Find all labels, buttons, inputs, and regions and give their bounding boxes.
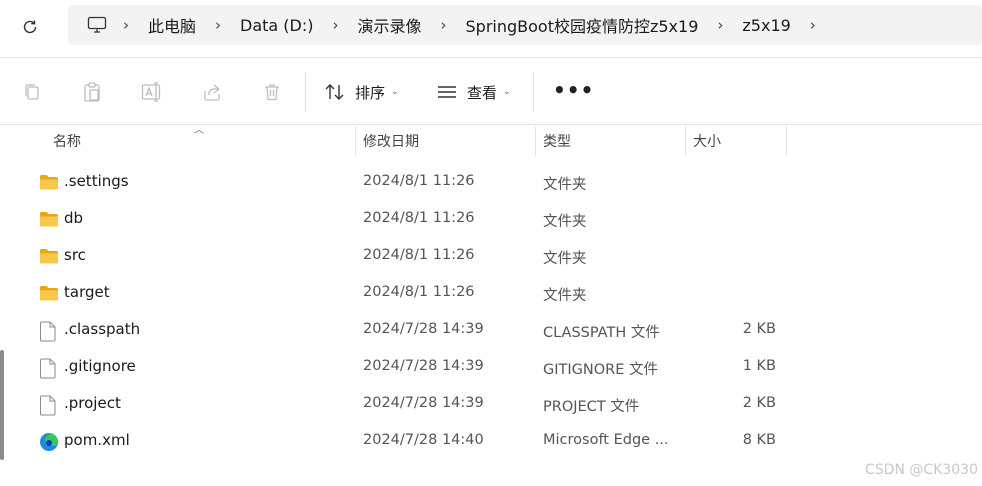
file-size: 2 KB — [742, 321, 776, 337]
file-modified: 2024/7/28 14:39 — [363, 358, 484, 374]
file-name: src — [64, 246, 86, 264]
file-modified: 2024/8/1 11:26 — [363, 247, 475, 263]
copy-button[interactable] — [20, 80, 44, 104]
share-icon — [204, 84, 221, 101]
file-modified: 2024/8/1 11:26 — [363, 284, 475, 300]
file-type: Microsoft Edge ... — [543, 432, 669, 448]
file-type: 文件夹 — [543, 288, 587, 304]
sort-label: 排序 — [355, 83, 386, 102]
column-header-name[interactable]: 名称 — [46, 126, 356, 156]
chevron-right-icon[interactable]: › — [708, 16, 732, 34]
file-size: 8 KB — [742, 432, 776, 448]
file-name: .project — [64, 394, 121, 412]
file-name: pom.xml — [64, 431, 130, 449]
file-type: 文件夹 — [543, 214, 587, 230]
more-options-button[interactable]: ••• — [553, 78, 594, 102]
column-header-size[interactable]: 大小 — [686, 126, 786, 156]
file-type: GITIGNORE 文件 — [543, 362, 658, 378]
monitor-icon — [87, 16, 107, 33]
file-row[interactable]: .gitignore 2024/7/28 14:39 GITIGNORE 文件 1 K… — [30, 348, 970, 385]
file-row[interactable]: target 2024/8/1 11:26 文件夹 — [30, 274, 970, 311]
file-row[interactable]: .project 2024/7/28 14:39 PROJECT 文件 2 KB — [30, 385, 970, 422]
folder-icon — [39, 173, 59, 193]
file-type: 文件夹 — [543, 251, 587, 267]
file-type: 文件夹 — [543, 177, 587, 193]
file-size: 2 KB — [742, 395, 776, 411]
chevron-right-icon[interactable]: › — [432, 16, 456, 34]
breadcrumb-item[interactable]: 此电脑 — [138, 13, 206, 37]
file-name: .gitignore — [64, 357, 136, 375]
file-name: .classpath — [64, 320, 141, 338]
rename-button[interactable] — [140, 80, 164, 104]
breadcrumb-item[interactable]: Data (D:) — [230, 16, 323, 35]
view-button[interactable]: 查看 ⌄ — [436, 76, 511, 108]
file-row[interactable]: .settings 2024/8/1 11:26 文件夹 — [30, 163, 970, 200]
file-icon — [39, 395, 59, 416]
trash-icon — [265, 84, 279, 101]
folder-icon — [39, 247, 59, 267]
command-bar: 排序 ⌄ 查看 ⌄ ••• — [0, 57, 982, 125]
this-pc-crumb[interactable] — [80, 16, 114, 34]
chevron-right-icon[interactable]: › — [324, 16, 348, 34]
toolbar-separator — [533, 72, 534, 112]
chevron-down-icon: ⌄ — [503, 87, 511, 97]
file-modified: 2024/7/28 14:39 — [363, 395, 484, 411]
address-row: › 此电脑 › Data (D:) › 演示录像 › SpringBoot校园疫… — [0, 0, 982, 56]
sort-button[interactable]: 排序 ⌄ — [324, 76, 399, 108]
file-type: PROJECT 文件 — [543, 399, 640, 415]
rename-icon — [141, 82, 161, 102]
breadcrumb-item[interactable]: z5x19 — [732, 16, 800, 35]
file-modified: 2024/7/28 14:39 — [363, 321, 484, 337]
file-size: 1 KB — [742, 358, 776, 374]
column-header-modified[interactable]: 修改日期 — [356, 126, 535, 156]
scrollbar[interactable] — [0, 350, 4, 460]
edge-icon — [39, 432, 59, 452]
paste-button[interactable] — [80, 80, 104, 104]
file-row[interactable]: .classpath 2024/7/28 14:39 CLASSPATH 文件 2 K… — [30, 311, 970, 348]
breadcrumb-item[interactable]: SpringBoot校园疫情防控z5x19 — [456, 13, 709, 37]
share-button[interactable] — [200, 80, 224, 104]
view-label: 查看 — [467, 83, 498, 102]
delete-button[interactable] — [260, 80, 284, 104]
file-modified: 2024/7/28 14:40 — [363, 432, 484, 448]
watermark: CSDN @CK3030 — [865, 462, 978, 478]
chevron-right-icon[interactable]: › — [801, 16, 825, 34]
chevron-right-icon[interactable]: › — [206, 16, 230, 34]
breadcrumb-item[interactable]: 演示录像 — [348, 13, 432, 37]
file-row[interactable]: src 2024/8/1 11:26 文件夹 — [30, 237, 970, 274]
file-name: .settings — [64, 172, 129, 190]
copy-icon — [25, 84, 39, 100]
file-modified: 2024/8/1 11:26 — [363, 210, 475, 226]
refresh-button[interactable] — [14, 12, 46, 42]
column-divider[interactable] — [786, 126, 787, 156]
file-type: CLASSPATH 文件 — [543, 325, 660, 341]
folder-icon — [39, 210, 59, 230]
file-modified: 2024/8/1 11:26 — [363, 173, 475, 189]
file-row[interactable]: db 2024/8/1 11:26 文件夹 — [30, 200, 970, 237]
clipboard-icon — [84, 82, 100, 102]
file-icon — [39, 321, 59, 342]
column-header-type[interactable]: 类型 — [536, 126, 685, 156]
chevron-down-icon: ⌄ — [391, 87, 399, 97]
view-list-icon — [438, 86, 456, 98]
address-bar[interactable]: › 此电脑 › Data (D:) › 演示录像 › SpringBoot校园疫… — [68, 5, 982, 45]
file-name: target — [64, 283, 110, 301]
toolbar-separator — [305, 72, 306, 112]
folder-icon — [39, 284, 59, 304]
file-row[interactable]: pom.xml 2024/7/28 14:40 Microsoft Edge ...… — [30, 422, 970, 459]
sort-icon — [325, 84, 344, 100]
file-icon — [39, 358, 59, 379]
file-name: db — [64, 209, 84, 227]
refresh-icon — [23, 20, 37, 34]
chevron-right-icon[interactable]: › — [114, 16, 138, 34]
